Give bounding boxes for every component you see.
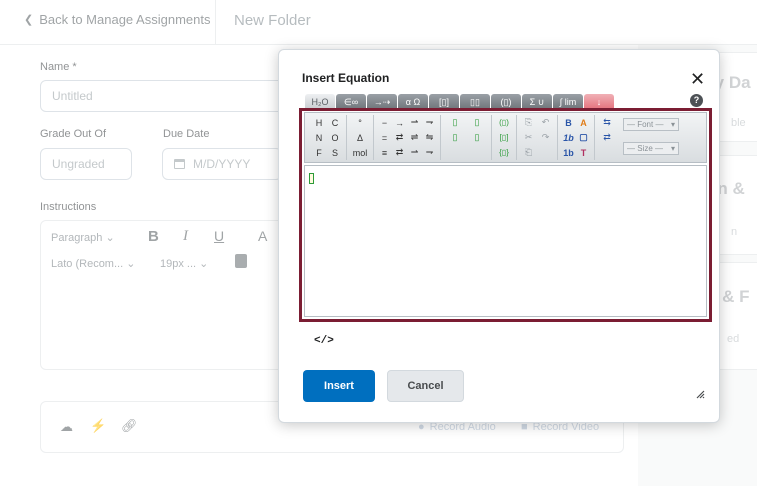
layout-group: ⇆ ⇄	[595, 115, 619, 160]
source-toggle-button[interactable]: </>	[314, 335, 334, 347]
harpoon-left-button[interactable]: ⇁	[422, 145, 437, 160]
insert-button[interactable]: Insert	[303, 370, 375, 402]
bond-arrow-group: − = ≡ → ⇄ ⇄ ⇀ ⇌ ⇀ ⇁ ⇋ ⇁	[374, 115, 441, 160]
arrow-button[interactable]: →	[392, 115, 407, 130]
mol-button[interactable]: mol	[350, 145, 370, 160]
equation-size-label: — Size —	[627, 144, 664, 153]
edit-group: ⎘ ✂ ⎗ ↶ ↷	[517, 115, 558, 160]
element-o-button[interactable]: O	[327, 130, 343, 145]
subscript-button[interactable]: ▯	[444, 115, 466, 130]
harpoon-right-button[interactable]: ⇁	[422, 115, 437, 130]
number-style-icon[interactable]: 1b	[561, 145, 576, 160]
select-group: — Font — ▾ — Size — ▾	[619, 115, 679, 155]
superscript-button[interactable]: ▯	[466, 115, 488, 130]
harpoon-eq-button[interactable]: ⇋	[422, 130, 437, 145]
parentheses-button[interactable]: (▯)	[495, 115, 513, 130]
box-icon[interactable]: ▢	[576, 130, 591, 145]
equation-font-label: — Font —	[627, 120, 664, 129]
equation-size-select[interactable]: — Size — ▾	[623, 142, 679, 155]
help-icon[interactable]: ?	[690, 94, 703, 107]
equation-cursor-placeholder	[309, 173, 314, 184]
triple-bond-button[interactable]: ≡	[377, 145, 392, 160]
cut-icon[interactable]: ✂	[520, 130, 537, 145]
redo-icon[interactable]: ↷	[537, 130, 554, 145]
degree-button[interactable]: °	[350, 115, 370, 130]
italic-number-icon[interactable]: 1b	[561, 130, 576, 145]
double-bond-button[interactable]: =	[377, 130, 392, 145]
copy-icon[interactable]: ⎘	[520, 115, 537, 130]
element-n-button[interactable]: N	[311, 130, 327, 145]
close-icon[interactable]: ✕	[690, 69, 705, 89]
bold-icon[interactable]: B	[561, 115, 576, 130]
presuperscript-button[interactable]: ▯	[466, 130, 488, 145]
dialog-title: Insert Equation	[302, 71, 390, 85]
equilibrium-button[interactable]: ⇄	[392, 130, 407, 145]
curly-bracket-button[interactable]: {▯}	[495, 145, 513, 160]
font-color-icon[interactable]: A	[576, 115, 591, 130]
format-group: B 1b 1b A ▢ T	[558, 115, 595, 160]
square-bracket-button[interactable]: [▯]	[495, 130, 513, 145]
chevron-down-icon: ▾	[670, 120, 675, 129]
resize-handle-icon[interactable]	[695, 388, 705, 402]
equilibrium2-button[interactable]: ⇄	[392, 145, 407, 160]
equation-edit-area[interactable]	[304, 165, 707, 317]
unit-group: ° Δ mol	[347, 115, 374, 160]
harpoon-button[interactable]: ⇌	[407, 130, 422, 145]
equation-toolbar: H N F C O S ° Δ mol − = ≡ → ⇄ ⇄ ⇀ ⇌ ⇀ ⇁ …	[304, 112, 707, 163]
bracket-group: (▯) [▯] {▯}	[492, 115, 517, 160]
delta-button[interactable]: Δ	[350, 130, 370, 145]
arrow-over-button[interactable]: ⇀	[407, 115, 422, 130]
element-c-button[interactable]: C	[327, 115, 343, 130]
paste-icon[interactable]: ⎗	[520, 145, 537, 160]
linebreak-icon[interactable]: ⇆	[598, 115, 616, 130]
insert-equation-dialog: Insert Equation ✕ ? H₂O ∈∞ →⇢ α Ω [▯] ▯▯…	[278, 49, 720, 423]
element-f-button[interactable]: F	[311, 145, 327, 160]
wrap-icon[interactable]: ⇄	[598, 130, 616, 145]
single-bond-button[interactable]: −	[377, 115, 392, 130]
element-h-button[interactable]: H	[311, 115, 327, 130]
harpoon2-button[interactable]: ⇀	[407, 145, 422, 160]
equation-font-select[interactable]: — Font — ▾	[623, 118, 679, 131]
undo-icon[interactable]: ↶	[537, 115, 554, 130]
script-group: ▯ ▯ ▯ ▯	[441, 115, 492, 160]
presubscript-button[interactable]: ▯	[444, 130, 466, 145]
element-s-button[interactable]: S	[327, 145, 343, 160]
cancel-button[interactable]: Cancel	[387, 370, 464, 402]
chevron-down-icon: ▾	[670, 144, 675, 153]
element-group: H N F C O S	[308, 115, 347, 160]
text-height-icon[interactable]: T	[576, 145, 591, 160]
